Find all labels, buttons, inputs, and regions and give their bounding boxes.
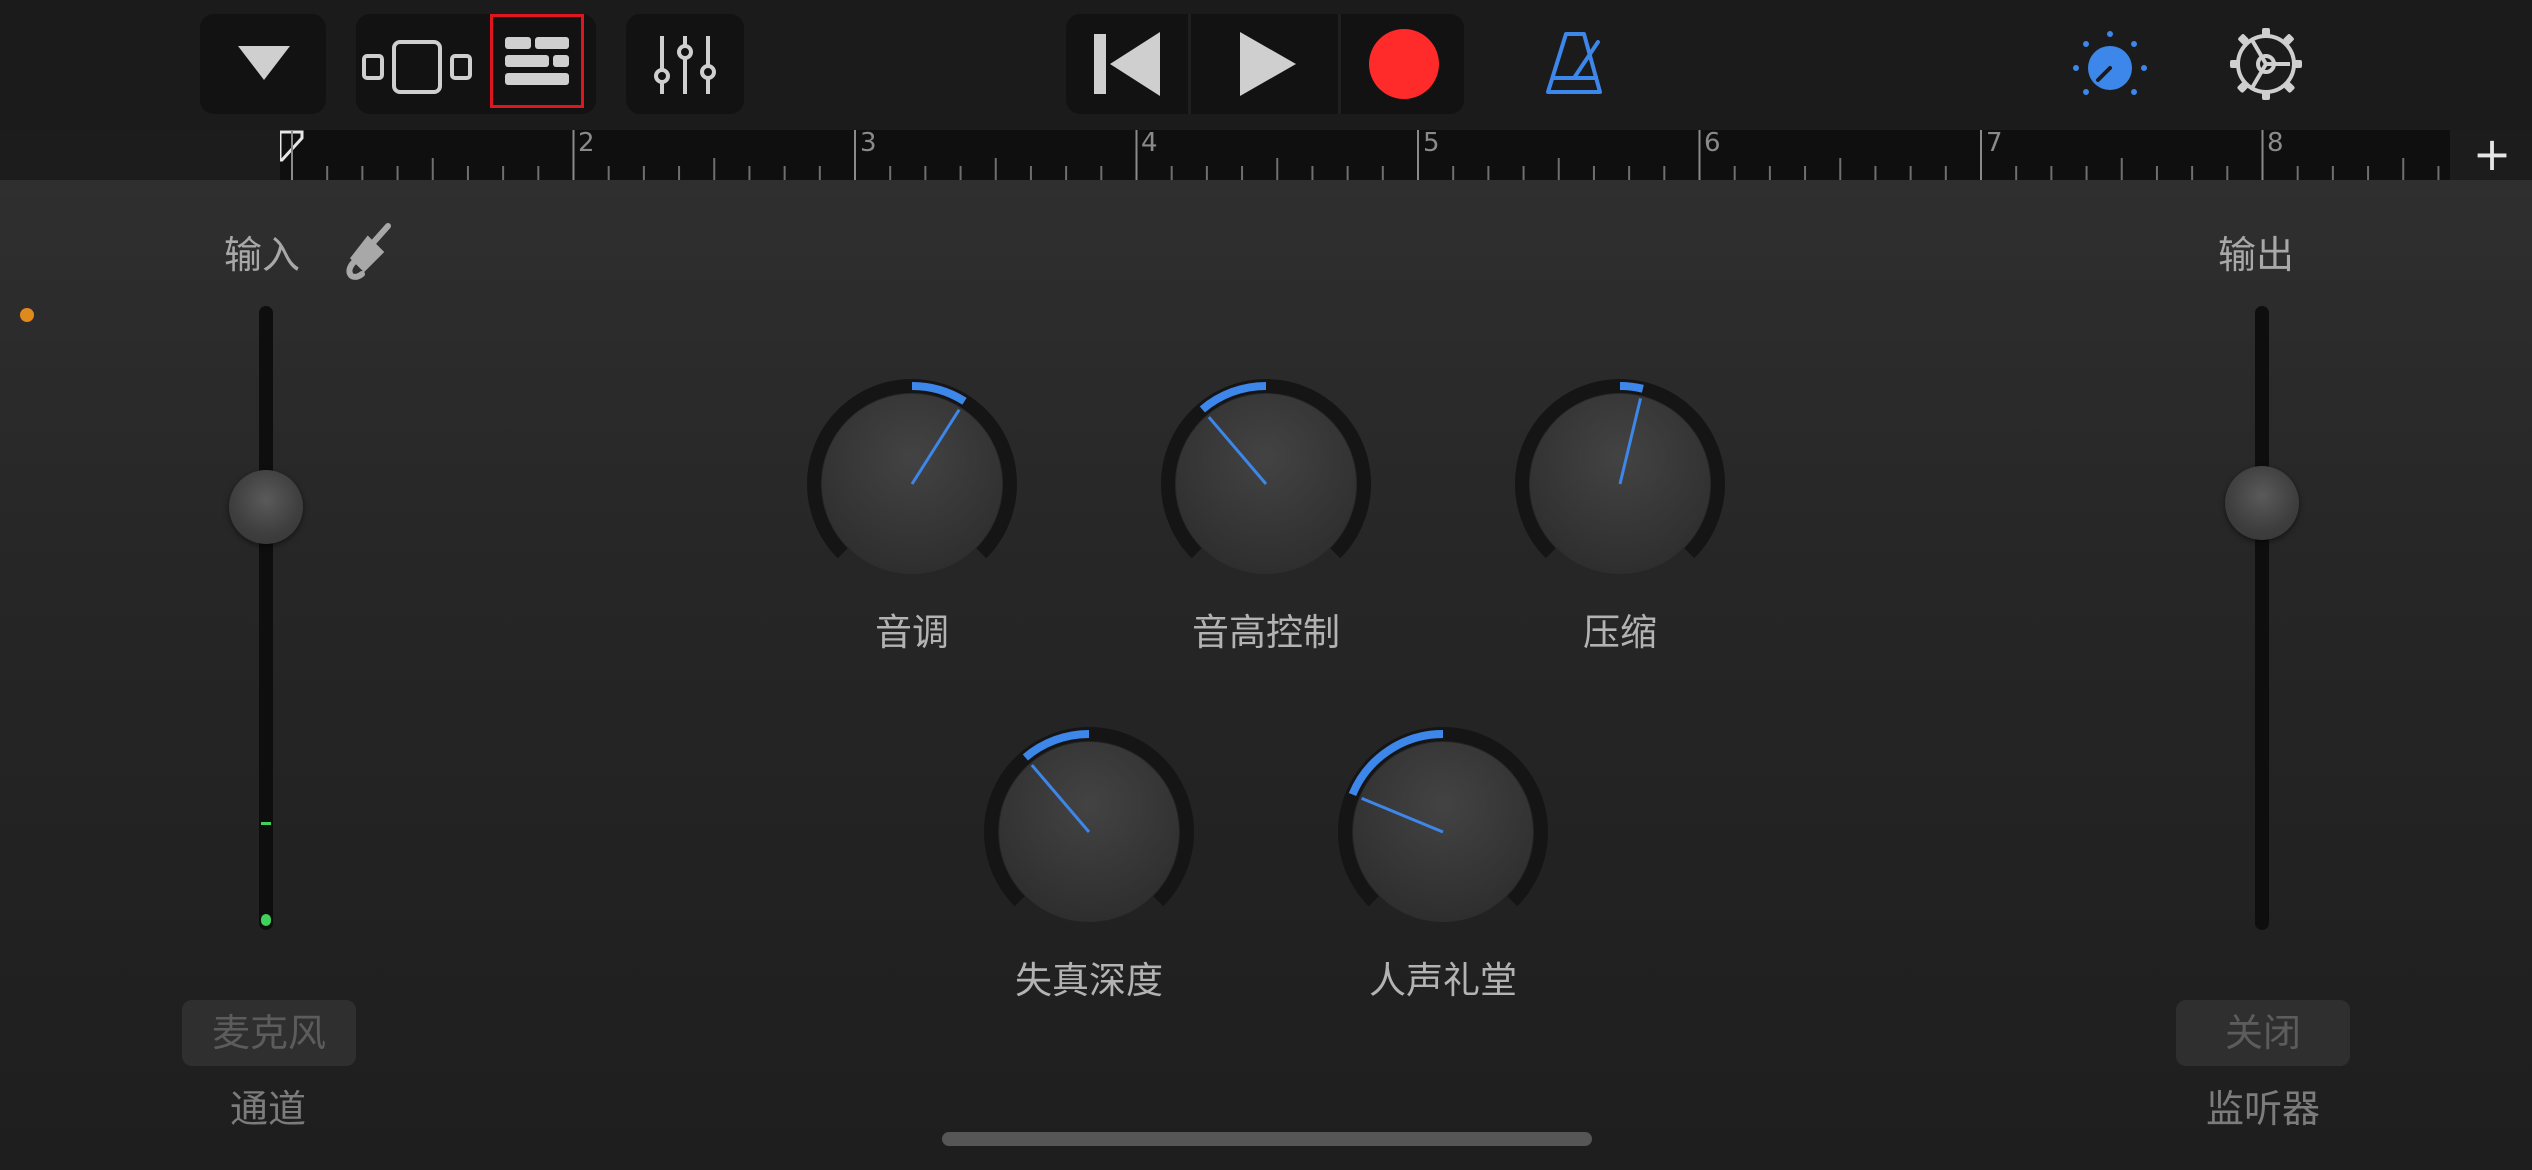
- input-settings-button[interactable]: [338, 218, 400, 284]
- bar-number: 4: [1141, 130, 1158, 158]
- garageband-app: 2 3 4 5 6 7 8 + 输入 麦克风 通道 输出 关闭 监听器 音调 音…: [0, 0, 2532, 1170]
- settings-button[interactable]: [2228, 26, 2304, 102]
- tracks-view-icon: [362, 40, 472, 94]
- monitor-button[interactable]: 关闭: [2176, 1000, 2350, 1066]
- guitar-cable-icon: [346, 223, 391, 280]
- distortion-depth-knob[interactable]: [981, 724, 1197, 940]
- rewind-button[interactable]: [1090, 30, 1166, 98]
- record-icon: [1369, 29, 1439, 99]
- track-controls-icon: [505, 37, 569, 85]
- track-controls-panel: [0, 180, 2532, 1170]
- input-level-slider[interactable]: [259, 306, 273, 930]
- input-channel-caption: 通道: [230, 1087, 307, 1131]
- input-indicator-dot: [20, 308, 34, 322]
- bar-number: 6: [1704, 130, 1721, 158]
- input-channel-button[interactable]: 麦克风: [182, 1000, 356, 1066]
- track-controls-button[interactable]: [490, 14, 584, 108]
- output-slider-thumb[interactable]: [2225, 466, 2299, 540]
- knob-label: 压缩: [1583, 611, 1657, 654]
- output-level-slider[interactable]: [2255, 306, 2269, 930]
- knob-label: 音调: [875, 611, 949, 654]
- mixer-button[interactable]: [626, 14, 744, 114]
- input-level-marker: [261, 822, 271, 825]
- knob-label: 音高控制: [1192, 611, 1340, 654]
- play-icon: [1240, 32, 1296, 96]
- output-label: 输出: [2218, 233, 2295, 277]
- rewind-icon: [1094, 32, 1160, 96]
- master-effects-icon: [2073, 31, 2147, 95]
- bar-number: 8: [2267, 130, 2284, 158]
- dropdown-button[interactable]: [200, 14, 326, 114]
- input-slider-thumb[interactable]: [229, 470, 303, 544]
- timeline-ruler[interactable]: 2 3 4 5 6 7 8: [280, 130, 2450, 180]
- input-label: 输入: [224, 233, 301, 277]
- input-level-meter: [261, 914, 271, 926]
- metronome-button[interactable]: [1540, 28, 1610, 98]
- tone-knob[interactable]: [804, 376, 1020, 592]
- master-effects-button[interactable]: [2070, 28, 2150, 102]
- settings-gear-icon: [2230, 28, 2302, 100]
- compression-knob[interactable]: [1512, 376, 1728, 592]
- ruler-ticks: [280, 130, 2440, 180]
- tracks-view-button[interactable]: [360, 18, 476, 110]
- bar-number: 7: [1986, 130, 2003, 158]
- toolbar: [0, 0, 2532, 130]
- dropdown-triangle-icon: [238, 46, 290, 80]
- home-indicator: [942, 1132, 1592, 1146]
- pitch-control-knob[interactable]: [1158, 376, 1374, 592]
- bar-number: 3: [860, 130, 877, 158]
- bar-number: 2: [578, 130, 595, 158]
- knob-label: 失真深度: [1015, 959, 1163, 1002]
- record-button[interactable]: [1368, 28, 1440, 100]
- bar-number: 5: [1423, 130, 1440, 158]
- mixer-icon: [654, 36, 716, 94]
- knob-label: 人声礼堂: [1369, 959, 1517, 1002]
- play-button[interactable]: [1236, 30, 1300, 98]
- add-section-button[interactable]: +: [2472, 131, 2512, 177]
- vocal-hall-knob[interactable]: [1335, 724, 1551, 940]
- metronome-icon: [1546, 32, 1602, 94]
- monitor-caption: 监听器: [2206, 1087, 2321, 1131]
